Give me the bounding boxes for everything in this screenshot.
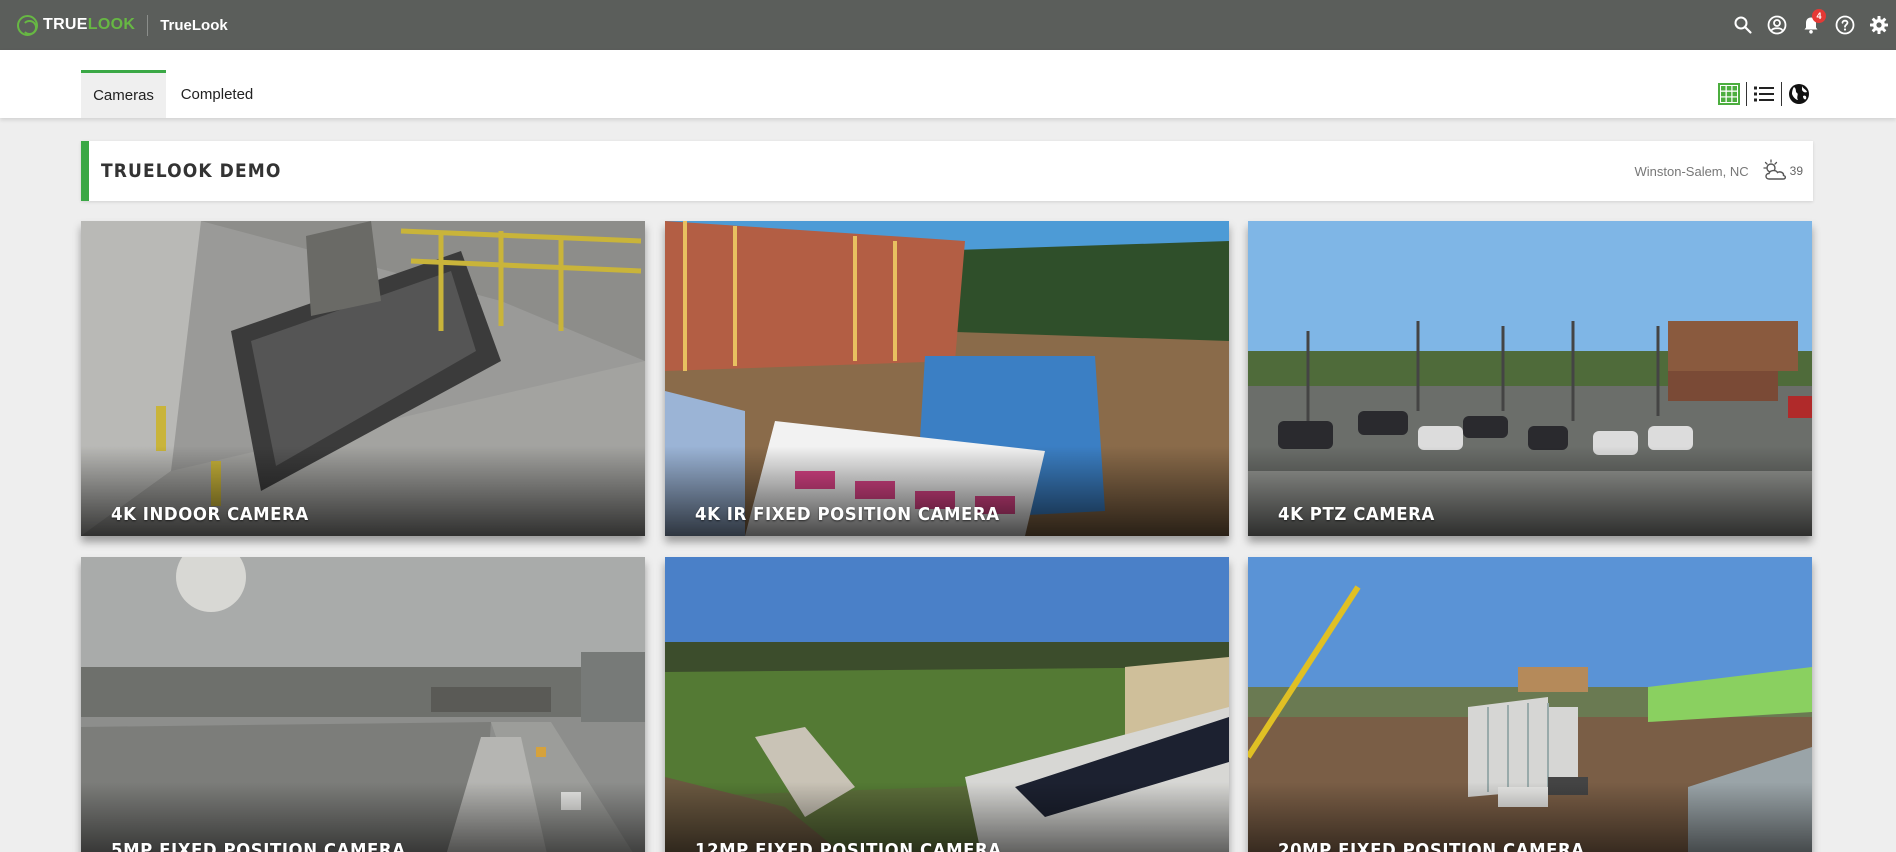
top-icon-group: 4 [1726, 0, 1896, 50]
settings-button[interactable] [1862, 0, 1896, 50]
top-bar: TRUELOOK TrueLook 4 [0, 0, 1896, 50]
tab-cameras[interactable]: Cameras [81, 70, 166, 118]
camera-card[interactable]: 20MP FIXED POSITION CAMERA [1248, 557, 1812, 852]
brand-logo-part2: LOOK [87, 16, 136, 33]
project-header[interactable]: TRUELOOK DEMO Winston-Salem, NC 39 [81, 141, 1813, 201]
account-icon [1767, 15, 1787, 35]
camera-card[interactable]: 5MP FIXED POSITION CAMERA [81, 557, 645, 852]
help-icon [1835, 15, 1855, 35]
help-button[interactable] [1828, 0, 1862, 50]
camera-card[interactable]: 4K IR FIXED POSITION CAMERA [665, 221, 1229, 536]
notification-badge: 4 [1812, 9, 1826, 23]
camera-card[interactable]: 4K INDOOR CAMERA [81, 221, 645, 536]
notifications-button[interactable]: 4 [1794, 0, 1828, 50]
app-name: TrueLook [160, 16, 228, 34]
camera-card[interactable]: 12MP FIXED POSITION CAMERA [665, 557, 1229, 852]
partly-cloudy-icon [1762, 159, 1786, 180]
list-view-button[interactable] [1747, 80, 1781, 108]
brand[interactable]: TRUELOOK TrueLook [0, 0, 228, 50]
search-button[interactable] [1726, 0, 1760, 50]
weather: 39 [1761, 159, 1803, 183]
camera-label: 5MP FIXED POSITION CAMERA [111, 840, 406, 852]
tab-completed[interactable]: Completed [166, 70, 268, 118]
brand-logo-part1: TRUE [43, 16, 88, 33]
map-view-button[interactable] [1782, 80, 1816, 108]
brand-divider [147, 14, 149, 36]
truelook-logo-icon [17, 14, 38, 36]
project-title: TRUELOOK DEMO [101, 160, 282, 182]
camera-label: 4K INDOOR CAMERA [111, 504, 309, 525]
globe-icon [1789, 84, 1809, 104]
camera-label: 4K IR FIXED POSITION CAMERA [695, 504, 1000, 525]
project-meta: Winston-Salem, NC 39 [1634, 141, 1803, 201]
view-toggle-group [1712, 80, 1816, 108]
list-view-icon [1754, 86, 1774, 102]
tab-bar: Cameras Completed [0, 50, 1896, 118]
camera-label: 4K PTZ CAMERA [1278, 504, 1435, 525]
grid-view-button[interactable] [1712, 80, 1746, 108]
gear-icon [1870, 16, 1888, 34]
grid-view-icon [1718, 83, 1740, 105]
camera-label: 20MP FIXED POSITION CAMERA [1278, 840, 1585, 852]
project-location: Winston-Salem, NC [1634, 163, 1749, 179]
search-icon [1734, 16, 1752, 34]
brand-logo-text: TRUELOOK [43, 16, 135, 34]
account-button[interactable] [1760, 0, 1794, 50]
camera-card[interactable]: 4K PTZ CAMERA [1248, 221, 1812, 536]
temperature: 39 [1789, 164, 1803, 178]
camera-label: 12MP FIXED POSITION CAMERA [695, 840, 1002, 852]
